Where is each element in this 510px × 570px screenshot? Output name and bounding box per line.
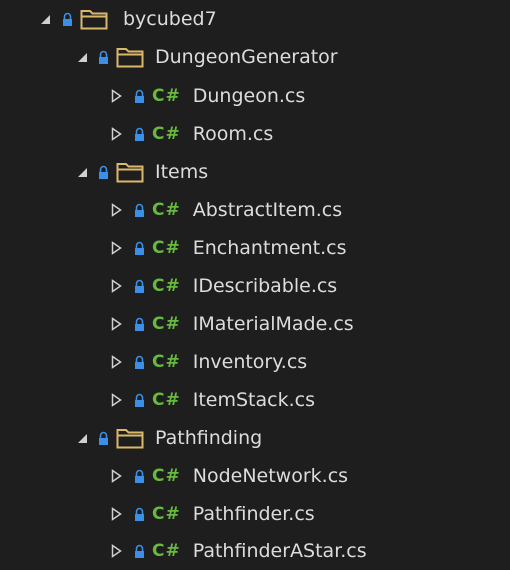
csharp-file-icon: C#: [152, 200, 181, 220]
lock-icon: [97, 430, 109, 446]
folder-icon: [115, 426, 145, 450]
tree-node-label: Inventory.cs: [192, 351, 308, 373]
csharp-file-icon: C#: [152, 541, 181, 561]
collapsed-caret-icon[interactable]: [109, 317, 123, 331]
csharp-file-icon: C#: [152, 390, 181, 410]
solution-explorer-tree: bycubed7 DungeonGenerator C# Dungeon.cs …: [0, 0, 510, 570]
collapsed-caret-icon[interactable]: [109, 241, 123, 255]
lock-icon: [133, 543, 145, 559]
csharp-file-icon: C#: [152, 124, 181, 144]
tree-node-label: ItemStack.cs: [192, 389, 315, 411]
csharp-file-icon: C#: [152, 86, 181, 106]
lock-icon: [133, 316, 145, 332]
tree-node-file[interactable]: C# Inventory.cs: [0, 343, 510, 381]
tree-node-label: Room.cs: [192, 123, 274, 145]
expanded-caret-icon[interactable]: [75, 431, 89, 445]
folder-icon: [79, 7, 109, 31]
tree-node-file[interactable]: C# IDescribable.cs: [0, 267, 510, 305]
tree-node-file[interactable]: C# AbstractItem.cs: [0, 191, 510, 229]
folder-icon: [115, 45, 145, 69]
tree-node-label: Items: [155, 161, 209, 183]
expanded-caret-icon[interactable]: [75, 165, 89, 179]
tree-node-label: Dungeon.cs: [192, 85, 306, 107]
tree-node-label: AbstractItem.cs: [192, 199, 343, 221]
lock-icon: [133, 126, 145, 142]
lock-icon: [133, 202, 145, 218]
collapsed-caret-icon[interactable]: [109, 89, 123, 103]
collapsed-caret-icon[interactable]: [109, 507, 123, 521]
lock-icon: [133, 506, 145, 522]
tree-node-file[interactable]: C# Pathfinder.cs: [0, 495, 510, 533]
collapsed-caret-icon[interactable]: [109, 355, 123, 369]
tree-node-label: IMaterialMade.cs: [192, 313, 354, 335]
tree-node-label: PathfinderAStar.cs: [192, 540, 367, 562]
tree-node-label: Pathfinder.cs: [192, 503, 315, 525]
tree-node-label: Enchantment.cs: [192, 237, 347, 259]
lock-icon: [133, 468, 145, 484]
lock-icon: [133, 392, 145, 408]
lock-icon: [61, 11, 73, 27]
csharp-file-icon: C#: [152, 504, 181, 524]
expanded-caret-icon[interactable]: [75, 50, 89, 64]
tree-node-file[interactable]: C# IMaterialMade.cs: [0, 305, 510, 343]
csharp-file-icon: C#: [152, 314, 181, 334]
lock-icon: [133, 278, 145, 294]
expanded-caret-icon[interactable]: [38, 12, 52, 26]
collapsed-caret-icon[interactable]: [109, 469, 123, 483]
folder-icon: [115, 160, 145, 184]
tree-node-folder-dungeongenerator[interactable]: DungeonGenerator: [0, 38, 510, 76]
csharp-file-icon: C#: [152, 466, 181, 486]
csharp-file-icon: C#: [152, 352, 181, 372]
tree-node-label: DungeonGenerator: [155, 46, 338, 68]
tree-node-file[interactable]: C# ItemStack.cs: [0, 381, 510, 419]
collapsed-caret-icon[interactable]: [109, 544, 123, 558]
tree-node-folder-pathfinding[interactable]: Pathfinding: [0, 419, 510, 457]
tree-node-root[interactable]: bycubed7: [0, 0, 510, 38]
tree-node-file[interactable]: C# PathfinderAStar.cs: [0, 532, 510, 570]
lock-icon: [97, 164, 109, 180]
lock-icon: [133, 354, 145, 370]
tree-node-label: Pathfinding: [155, 427, 263, 449]
lock-icon: [133, 88, 145, 104]
tree-node-label: NodeNetwork.cs: [192, 465, 349, 487]
tree-node-label: bycubed7: [123, 8, 217, 30]
csharp-file-icon: C#: [152, 276, 181, 296]
tree-node-label: IDescribable.cs: [192, 275, 338, 297]
tree-node-file[interactable]: C# NodeNetwork.cs: [0, 457, 510, 495]
collapsed-caret-icon[interactable]: [109, 127, 123, 141]
lock-icon: [133, 240, 145, 256]
collapsed-caret-icon[interactable]: [109, 279, 123, 293]
tree-node-folder-items[interactable]: Items: [0, 153, 510, 191]
tree-node-file[interactable]: C# Dungeon.cs: [0, 77, 510, 115]
collapsed-caret-icon[interactable]: [109, 393, 123, 407]
tree-node-file[interactable]: C# Enchantment.cs: [0, 229, 510, 267]
lock-icon: [97, 49, 109, 65]
csharp-file-icon: C#: [152, 238, 181, 258]
tree-node-file[interactable]: C# Room.cs: [0, 115, 510, 153]
collapsed-caret-icon[interactable]: [109, 203, 123, 217]
